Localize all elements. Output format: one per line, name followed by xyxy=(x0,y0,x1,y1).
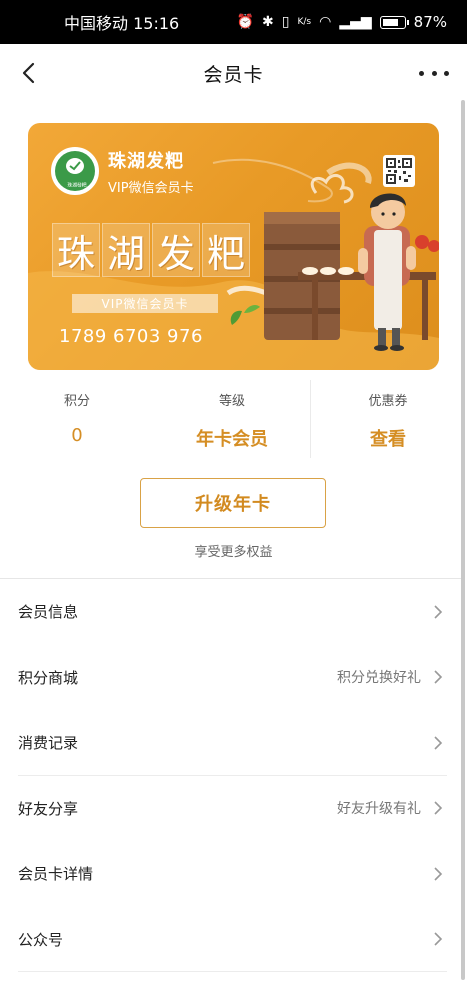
chevron-right-icon xyxy=(431,736,445,750)
menu-item-desc: 积分兑换好礼 xyxy=(337,670,421,687)
coupon-label: 优惠券 xyxy=(368,394,408,409)
nav-bar: 会员卡 xyxy=(0,44,467,102)
menu-item-label: 消费记录 xyxy=(18,734,79,753)
card-type: VIP微信会员卡 xyxy=(108,181,194,196)
coupon-stat[interactable]: 优惠券 查看 xyxy=(323,380,453,451)
points-label: 积分 xyxy=(63,394,90,409)
chevron-right-icon xyxy=(431,932,445,946)
menu-item-desc: 好友升级有礼 xyxy=(337,801,421,818)
baker-illustration xyxy=(264,173,439,351)
menu-item-label: 积分商城 xyxy=(18,668,79,687)
battery-percent: 87% xyxy=(413,13,447,31)
menu-item-consumption-records[interactable]: 消费记录 xyxy=(0,710,461,776)
menu-item-friend-share[interactable]: 好友分享 好友升级有礼 xyxy=(0,776,461,842)
menu-item-label: 公众号 xyxy=(18,930,64,949)
menu-item-card-details[interactable]: 会员卡详情 xyxy=(0,841,461,907)
menu-item-member-info[interactable]: 会员信息 xyxy=(0,579,461,645)
upgrade-annual-card-button[interactable]: 升级年卡 xyxy=(140,478,326,528)
back-icon[interactable] xyxy=(14,58,44,88)
battery-icon xyxy=(379,15,409,29)
menu-item-official-account[interactable]: 公众号 xyxy=(0,907,461,973)
level-label: 等级 xyxy=(218,394,245,409)
signal-icon: ▂▄▆ xyxy=(339,14,372,30)
net-speed: K/s xyxy=(297,17,312,27)
coupon-view-link[interactable]: 查看 xyxy=(323,425,453,451)
menu-list: 会员信息 积分商城 积分兑换好礼 消费记录 好友分享 好友升级有礼 会员卡详情 … xyxy=(0,579,461,972)
vibrate-icon: ▯ xyxy=(281,14,290,30)
membership-card: 珠湖發粑 珠湖发粑 VIP微信会员卡 珠 湖 发 粑 VIP微信会员卡 1789… xyxy=(28,123,439,370)
stats-row: 积分 0 等级 年卡会员 优惠券 查看 xyxy=(0,380,467,458)
page-title: 会员卡 xyxy=(203,63,264,86)
menu-item-label: 会员卡详情 xyxy=(18,865,94,884)
status-icons: ⏰ ✱ ▯ K/s ◠ ▂▄▆ 87% xyxy=(237,13,447,31)
logo-text: 珠湖發粑 xyxy=(67,182,87,189)
brand-name: 珠湖发粑 xyxy=(108,151,184,172)
chevron-right-icon xyxy=(431,801,445,815)
wifi-icon: ◠ xyxy=(319,14,332,30)
big-title-char: 发 xyxy=(152,223,200,277)
menu-item-points-mall[interactable]: 积分商城 积分兑换好礼 xyxy=(0,645,461,711)
alarm-icon: ⏰ xyxy=(236,14,255,30)
brand-logo: 珠湖發粑 xyxy=(51,147,99,195)
carrier-time: 中国移动 15:16 xyxy=(64,14,180,33)
more-icon[interactable] xyxy=(419,62,449,84)
big-title-char: 珠 xyxy=(52,223,100,277)
level-value: 年卡会员 xyxy=(196,429,268,450)
menu-item-label: 会员信息 xyxy=(18,603,79,622)
points-stat[interactable]: 积分 0 xyxy=(12,380,142,446)
chevron-right-icon xyxy=(431,605,445,619)
big-title-char: 湖 xyxy=(102,223,150,277)
upgrade-subtitle: 享受更多权益 xyxy=(194,545,273,560)
stats-divider xyxy=(310,380,311,458)
vip-strip: VIP微信会员卡 xyxy=(72,294,218,313)
chevron-right-icon xyxy=(431,867,445,881)
scrollbar[interactable] xyxy=(461,100,465,980)
status-bar: 中国移动 15:16 ⏰ ✱ ▯ K/s ◠ ▂▄▆ 87% xyxy=(0,0,467,44)
level-stat[interactable]: 等级 年卡会员 xyxy=(167,380,297,451)
chevron-right-icon xyxy=(431,670,445,684)
bluetooth-icon: ✱ xyxy=(262,14,274,30)
points-value: 0 xyxy=(71,425,83,446)
menu-item-label: 好友分享 xyxy=(18,799,79,818)
card-number: 1789 6703 976 xyxy=(59,326,203,347)
